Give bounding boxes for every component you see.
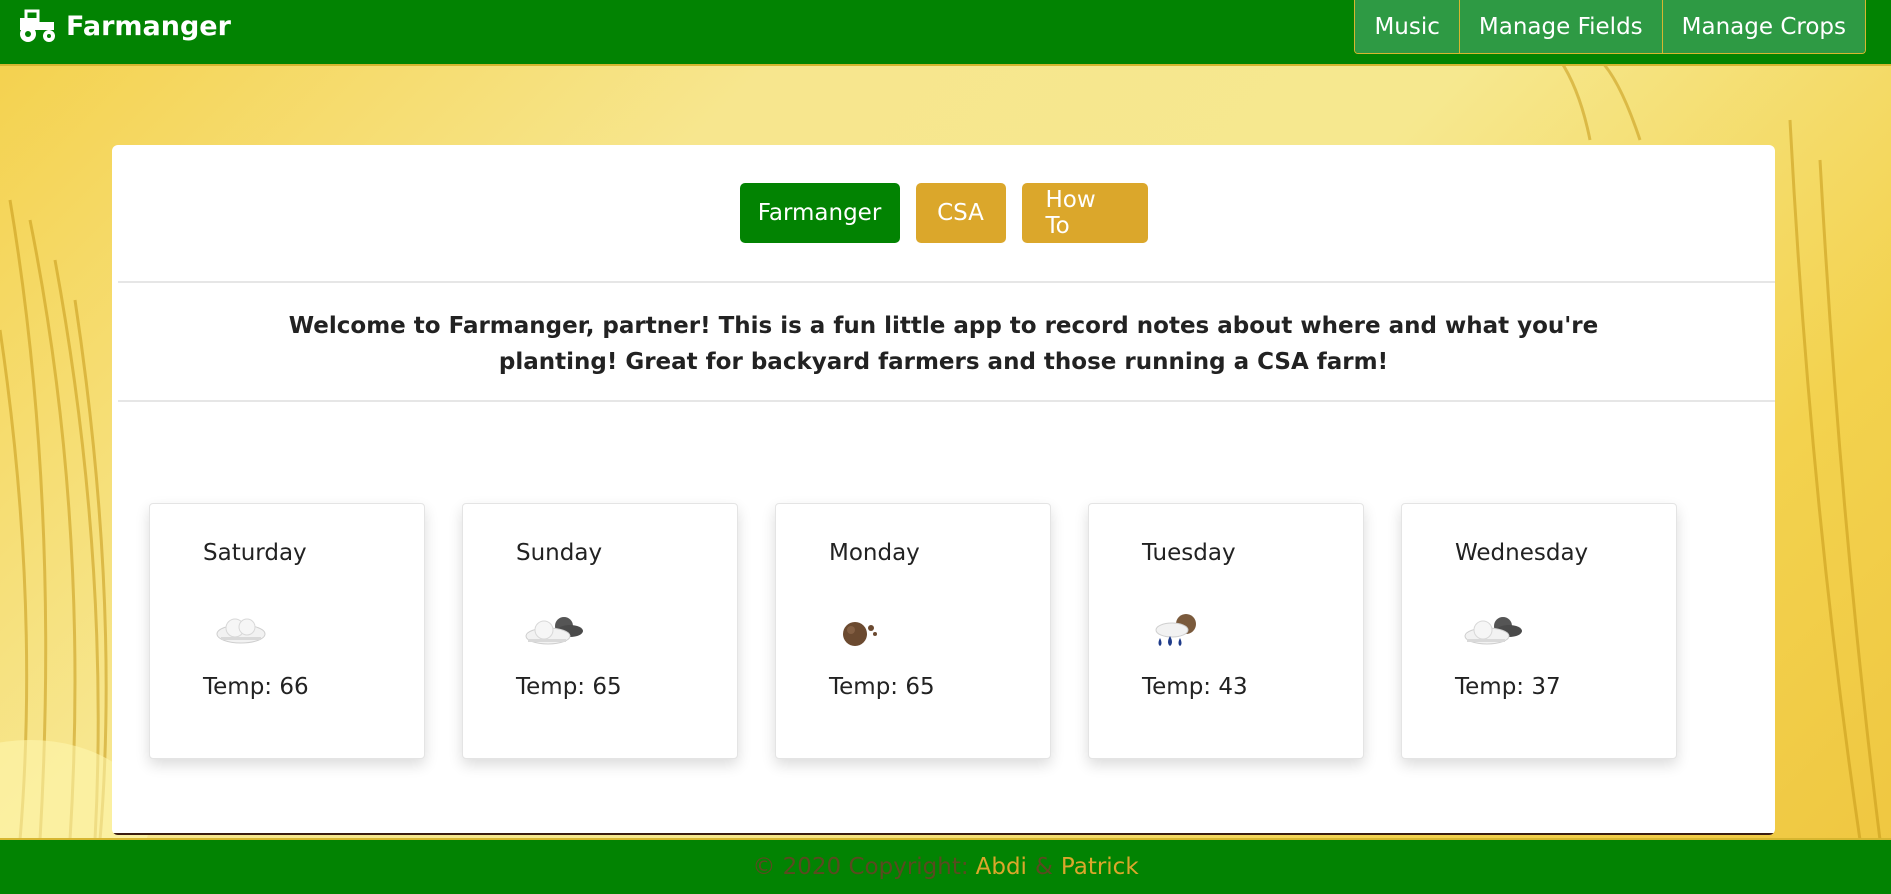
- forecast-card-monday: Monday Temp: 65: [775, 503, 1051, 759]
- nav-item-music[interactable]: Music: [1355, 0, 1459, 53]
- author-link-patrick[interactable]: Patrick: [1061, 854, 1139, 880]
- footer: © 2020 Copyright: Abdi & Patrick: [0, 838, 1891, 894]
- rain-icon: [1142, 606, 1214, 656]
- ampersand: &: [1034, 854, 1053, 880]
- cloud-dark-icon: [516, 606, 588, 656]
- cloud-icon: [203, 606, 275, 656]
- tab-csa[interactable]: CSA: [915, 183, 1006, 243]
- nav-item-manage-crops[interactable]: Manage Crops: [1661, 0, 1865, 53]
- tractor-icon: [18, 8, 58, 44]
- day-temp: Temp: 65: [829, 674, 935, 700]
- content-strip: [112, 833, 1775, 835]
- forecast-card-sunday: Sunday Temp: 65: [462, 503, 738, 759]
- day-temp: Temp: 43: [1142, 674, 1248, 700]
- day-name: Tuesday: [1142, 540, 1236, 566]
- cloud-dark-icon: [1455, 606, 1527, 656]
- day-name: Wednesday: [1455, 540, 1589, 566]
- dust-icon: [829, 606, 901, 656]
- author-link-abdi[interactable]: Abdi: [976, 854, 1027, 880]
- day-temp: Temp: 65: [516, 674, 622, 700]
- day-name: Sunday: [516, 540, 603, 566]
- nav-item-manage-fields[interactable]: Manage Fields: [1458, 0, 1662, 53]
- brand-label: Farmanger: [66, 10, 231, 42]
- day-temp: Temp: 37: [1455, 674, 1561, 700]
- divider: [118, 281, 1775, 283]
- forecast-card-wednesday: Wednesday Temp: 37: [1401, 503, 1677, 759]
- brand[interactable]: Farmanger: [18, 8, 231, 44]
- welcome-message: Welcome to Farmanger, partner! This is a…: [288, 313, 1599, 375]
- copyright-text: © 2020 Copyright:: [752, 854, 969, 880]
- forecast-card-saturday: Saturday Temp: 66: [149, 503, 425, 759]
- top-navbar: Farmanger Music Manage Fields Manage Cro…: [0, 0, 1891, 66]
- main-card: Farmanger CSA How To Welcome to Farmange…: [112, 145, 1775, 835]
- forecast-card-tuesday: Tuesday Temp: 43: [1088, 503, 1364, 759]
- divider: [118, 400, 1775, 402]
- weather-forecast: Saturday Temp: 66 Sunday Temp: 65 Monday…: [149, 503, 1677, 759]
- tab-row: Farmanger CSA How To: [112, 183, 1775, 243]
- day-temp: Temp: 66: [203, 674, 309, 700]
- tab-how-to[interactable]: How To: [1021, 183, 1148, 243]
- day-name: Monday: [829, 540, 920, 566]
- tab-farmanger[interactable]: Farmanger: [739, 183, 900, 243]
- nav-menu: Music Manage Fields Manage Crops: [1354, 0, 1866, 54]
- day-name: Saturday: [203, 540, 307, 566]
